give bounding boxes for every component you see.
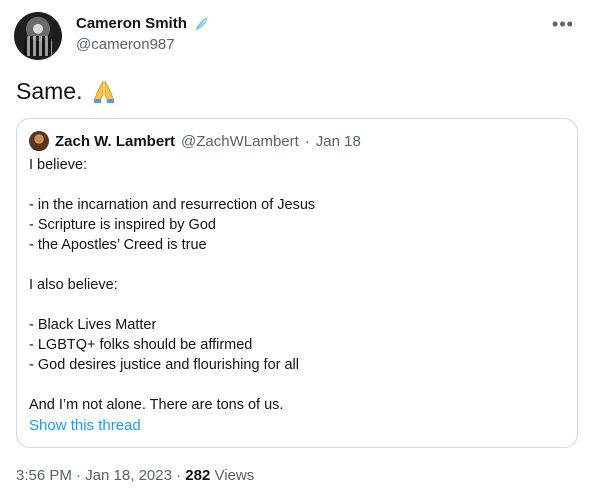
author-block: Cameron Smith @cameron987 — [76, 15, 209, 53]
quote-line: And I’m not alone. There are tons of us. — [29, 397, 284, 413]
quoted-tweet-header: Zach W. Lambert @ZachWLambert · Jan 18 — [29, 131, 361, 151]
tweet-text-content: Same. — [16, 77, 83, 104]
quote-line: - Black Lives Matter — [29, 317, 157, 333]
author-handle[interactable]: @cameron987 — [76, 36, 209, 53]
quoted-tweet-body: I believe: - in the incarnation and resu… — [29, 155, 565, 415]
author-name[interactable]: Cameron Smith — [76, 15, 187, 32]
tweet-text: Same. — [16, 77, 118, 105]
quote-line: - Scripture is inspired by God — [29, 217, 216, 233]
timestamp-text: 3:56 PM · Jan 18, 2023 · — [16, 467, 186, 484]
tweet-timestamp[interactable]: 3:56 PM · Jan 18, 2023 · 282 Views — [16, 467, 254, 484]
quoted-avatar — [29, 131, 49, 151]
praying-hands-icon — [94, 80, 115, 103]
more-horizontal-icon[interactable]: ••• — [551, 12, 575, 36]
quote-line: - in the incarnation and resurrection of… — [29, 197, 316, 213]
quoted-tweet[interactable]: Zach W. Lambert @ZachWLambert · Jan 18 I… — [16, 118, 578, 448]
quote-line — [29, 175, 565, 195]
quoted-author-handle: @ZachWLambert — [181, 132, 299, 150]
views-label: Views — [210, 467, 255, 484]
quoted-date: Jan 18 — [315, 132, 361, 150]
quote-line: - God desires justice and flourishing fo… — [29, 357, 299, 373]
avatar[interactable] — [14, 12, 62, 60]
quote-line — [29, 295, 565, 315]
quoted-separator: · — [304, 132, 310, 150]
quote-line: - the Apostles’ Creed is true — [29, 237, 207, 253]
quote-line: I also believe: — [29, 277, 118, 293]
quote-line: - LGBTQ+ folks should be affirmed — [29, 337, 253, 353]
show-thread-link[interactable]: Show this thread — [29, 417, 141, 434]
quote-line — [29, 255, 565, 275]
quoted-author-name: Zach W. Lambert — [55, 132, 176, 150]
views-count: 282 — [185, 467, 211, 484]
feather-icon — [195, 16, 208, 30]
quote-line: I believe: — [29, 157, 88, 173]
quote-line — [29, 375, 565, 395]
